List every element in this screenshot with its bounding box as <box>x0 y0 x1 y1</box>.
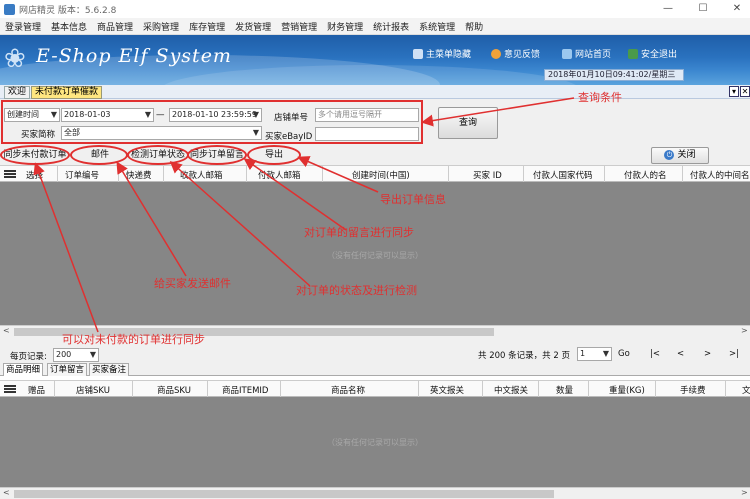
title-bar: 网店精灵 版本：5.6.2.8 — ☐ ✕ <box>0 0 750 18</box>
menu-purchase[interactable]: 采购管理 <box>138 20 184 33</box>
query-highlight-box <box>1 100 423 144</box>
record-count: 共 200 条记录，共 2 页 <box>478 351 570 361</box>
chevron-down-icon: ▼ <box>602 349 609 358</box>
col-payee-email[interactable]: 收款人邮箱 <box>180 169 223 181</box>
exit-icon <box>628 48 638 59</box>
items-grid-header: 赠品 店铺SKU 商品SKU 商品ITEMID 商品名称 英文报关 中文报关 数… <box>0 380 750 397</box>
close-button[interactable]: ⏻ 关闭 <box>651 147 709 164</box>
col-gift[interactable]: 赠品 <box>28 384 45 396</box>
maximize-button[interactable]: ☐ <box>696 2 710 16</box>
col-created-time[interactable]: 创建时间(中国) <box>352 169 410 181</box>
menu-bar: 登录管理 基本信息 商品管理 采购管理 库存管理 发货管理 营销管理 财务管理 … <box>0 18 750 35</box>
home-icon <box>562 48 572 59</box>
menu-reports[interactable]: 统计报表 <box>368 20 414 33</box>
tab-unpaid-orders[interactable]: 未付款订单催款 <box>31 86 103 99</box>
col-weight[interactable]: 重量(KG) <box>609 384 645 396</box>
datetime-display: 2018年01月10日09:41:02/星期三 <box>544 69 684 81</box>
document-tabs: 欢迎 未付款订单催款 ▾ ✕ <box>0 85 750 99</box>
grid-menu-icon[interactable] <box>4 385 16 393</box>
col-quantity[interactable]: 数量 <box>556 384 573 396</box>
empty-message: （没有任何记录可以显示） <box>327 438 423 447</box>
menu-system[interactable]: 系统管理 <box>414 20 460 33</box>
per-page-select[interactable]: 200 ▼ <box>53 348 99 362</box>
col-product-sku[interactable]: 商品SKU <box>157 384 191 396</box>
menu-help[interactable]: 帮助 <box>460 20 488 33</box>
col-payer-email[interactable]: 付款人邮箱 <box>258 169 301 181</box>
menu-inventory[interactable]: 库存管理 <box>184 20 230 33</box>
annotation-sync-unpaid: 可以对未付款的订单进行同步 <box>62 333 205 346</box>
prev-page-button[interactable]: < <box>677 349 684 359</box>
empty-message: （没有任何记录可以显示） <box>327 251 423 260</box>
grid-menu-icon[interactable] <box>4 170 16 178</box>
tab-welcome[interactable]: 欢迎 <box>4 86 31 99</box>
sync-unpaid-highlight <box>0 145 70 165</box>
page-select[interactable]: 1 ▼ <box>577 347 612 361</box>
col-shipping-fee[interactable]: 快递费 <box>126 169 152 181</box>
menu-basic-info[interactable]: 基本信息 <box>46 20 92 33</box>
tab-item-details[interactable]: 商品明细 <box>3 363 44 376</box>
annotation-sync-message: 对订单的留言进行同步 <box>304 226 414 239</box>
close-window-button[interactable]: ✕ <box>730 2 744 16</box>
annotation-mail: 给买家发送邮件 <box>154 277 231 290</box>
annotation-check-status: 对订单的状态及进行检测 <box>296 284 417 297</box>
first-page-button[interactable]: |< <box>650 349 660 359</box>
col-order-no[interactable]: 订单编号 <box>65 169 99 181</box>
window-title: 网店精灵 版本：5.6.2.8 <box>19 5 117 16</box>
tab-buyer-notes[interactable]: 买家备注 <box>89 363 130 376</box>
items-hscrollbar[interactable]: < > <box>0 487 750 499</box>
col-extra[interactable]: 文 <box>742 384 750 396</box>
feedback-link[interactable]: 意见反馈 <box>491 47 540 60</box>
go-button[interactable]: Go <box>618 349 630 359</box>
col-product-name[interactable]: 商品名称 <box>331 384 365 396</box>
items-grid-body[interactable]: （没有任何记录可以显示） <box>0 397 750 487</box>
col-select[interactable]: 选择 <box>26 169 43 181</box>
menu-marketing[interactable]: 营销管理 <box>276 20 322 33</box>
pager: 每页记录: 200 ▼ 共 200 条记录，共 2 页 1 ▼ Go |< < > … <box>0 345 750 362</box>
orders-grid-header: 选择 订单编号 快递费 收款人邮箱 付款人邮箱 创建时间(中国) 买家 ID 付… <box>0 165 750 182</box>
tab-close-icon[interactable]: ✕ <box>740 86 750 97</box>
app-logo: E-Shop Elf System <box>36 45 232 67</box>
tab-menu-icon[interactable]: ▾ <box>729 86 739 97</box>
menu-login[interactable]: 登录管理 <box>0 20 46 33</box>
export-highlight <box>247 145 301 165</box>
col-item-id[interactable]: 商品ITEMID <box>222 384 268 396</box>
app-icon <box>4 3 15 15</box>
mail-highlight <box>70 145 128 165</box>
col-fee[interactable]: 手续费 <box>680 384 706 396</box>
menu-icon <box>413 48 423 59</box>
col-store-sku[interactable]: 店铺SKU <box>76 384 110 396</box>
col-buyer-id[interactable]: 买家 ID <box>473 169 502 181</box>
orders-grid-body[interactable]: （没有任何记录可以显示） <box>0 182 750 325</box>
flower-icon: ❀ <box>4 44 26 74</box>
menu-finance[interactable]: 财务管理 <box>322 20 368 33</box>
last-page-button[interactable]: >| <box>729 349 739 359</box>
exit-link[interactable]: 安全退出 <box>628 47 677 60</box>
sync-message-highlight <box>187 145 247 165</box>
menu-product[interactable]: 商品管理 <box>92 20 138 33</box>
feedback-icon <box>491 48 501 59</box>
detail-tabs: 商品明细 订单留言 买家备注 <box>0 362 750 376</box>
annotation-query: 查询条件 <box>578 91 622 104</box>
hide-menu-link[interactable]: 主菜单隐藏 <box>413 47 471 60</box>
home-link[interactable]: 网站首页 <box>562 47 611 60</box>
col-payer-first-name[interactable]: 付款人的名 <box>624 169 667 181</box>
check-status-highlight <box>127 145 189 165</box>
next-page-button[interactable]: > <box>704 349 711 359</box>
tab-order-messages[interactable]: 订单留言 <box>47 363 88 376</box>
col-payer-middle-name[interactable]: 付款人的中间名 <box>690 169 750 181</box>
col-payer-country[interactable]: 付款人国家代码 <box>533 169 593 181</box>
col-cn-declare[interactable]: 中文报关 <box>494 384 528 396</box>
query-button[interactable]: 查询 <box>438 107 498 139</box>
chevron-down-icon: ▼ <box>89 350 96 359</box>
per-page-label: 每页记录: <box>10 352 47 362</box>
power-icon: ⏻ <box>664 149 675 160</box>
col-en-declare[interactable]: 英文报关 <box>430 384 464 396</box>
minimize-button[interactable]: — <box>661 2 675 16</box>
annotation-export: 导出订单信息 <box>380 193 446 206</box>
banner: ❀ E-Shop Elf System 主菜单隐藏 意见反馈 网站首页 安全退出… <box>0 35 750 85</box>
menu-shipping[interactable]: 发货管理 <box>230 20 276 33</box>
